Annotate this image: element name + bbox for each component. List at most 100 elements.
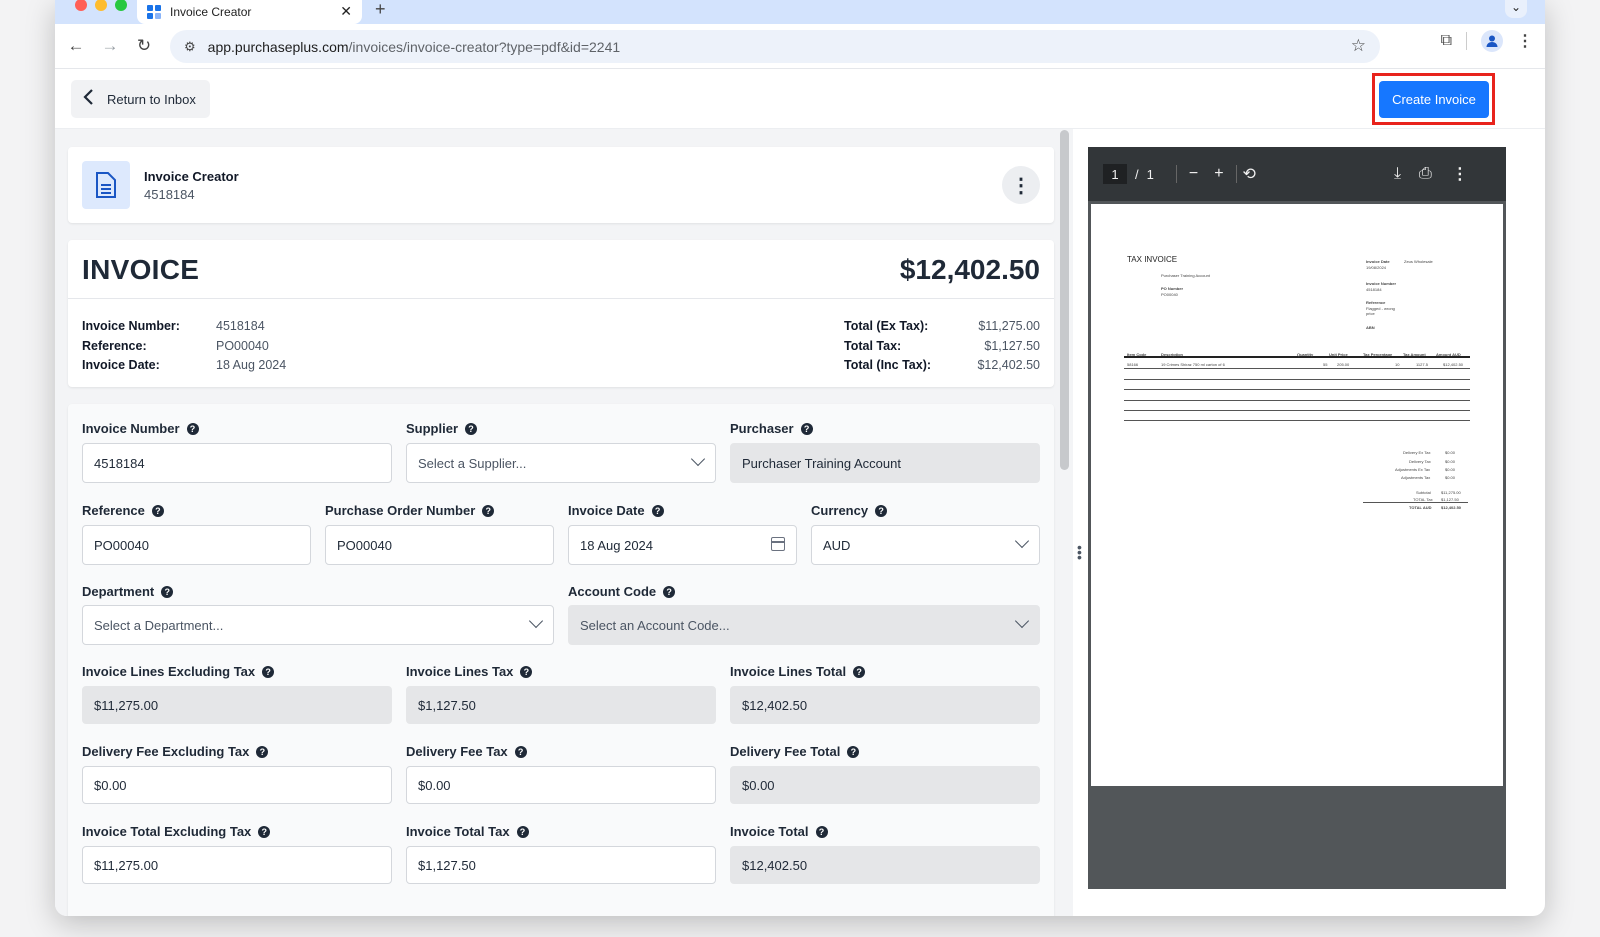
panel-resize-handle[interactable]: • • • xyxy=(1077,540,1082,564)
calendar-icon[interactable] xyxy=(771,537,785,551)
department-select[interactable]: Select a Department... xyxy=(82,605,554,645)
help-icon[interactable]: ? xyxy=(482,504,495,517)
browser-toolbar-right: ⧉ ⋮ xyxy=(1441,30,1545,52)
pdf-heading: TAX INVOICE xyxy=(1127,255,1178,264)
rotate-icon[interactable]: ⟲ xyxy=(1243,164,1256,184)
pdf-row-description: 19 Crimes Shiraz 750 ml carton of 6 xyxy=(1161,362,1225,367)
extensions-icon[interactable]: ⧉ xyxy=(1441,32,1452,50)
help-icon[interactable]: ? xyxy=(800,422,813,435)
meta-value: PO00040 xyxy=(216,338,269,353)
browser-menu-icon[interactable]: ⋮ xyxy=(1517,31,1533,51)
chevron-down-icon xyxy=(1014,613,1030,629)
invoice-summary-card: INVOICE $12,402.50 Invoice Number: Refer… xyxy=(68,240,1054,387)
invoice-number-input[interactable]: 4518184 xyxy=(82,443,392,483)
help-icon[interactable]: ? xyxy=(815,825,828,838)
zoom-in-icon[interactable]: + xyxy=(1214,165,1223,183)
currency-select[interactable]: AUD xyxy=(811,525,1040,565)
total-ex-tax-label: Invoice Total Excluding Tax? xyxy=(82,824,271,839)
help-icon[interactable]: ? xyxy=(256,745,269,758)
help-icon[interactable]: ? xyxy=(853,665,866,678)
toolbar-divider xyxy=(1466,32,1467,50)
purchaser-label: Purchaser? xyxy=(730,421,813,436)
new-tab-icon[interactable]: + xyxy=(375,0,386,18)
profile-avatar-icon[interactable] xyxy=(1481,30,1503,52)
reload-icon[interactable]: ↻ xyxy=(127,29,161,63)
supplier-select[interactable]: Select a Supplier... xyxy=(406,443,716,483)
meta-label: Invoice Number: xyxy=(82,319,180,333)
invoice-total-field: $12,402.50 xyxy=(730,846,1040,884)
help-icon[interactable]: ? xyxy=(847,745,860,758)
chevron-down-icon xyxy=(528,613,544,629)
help-icon[interactable]: ? xyxy=(161,585,174,598)
pdf-summary-value: $12,402.50 xyxy=(1441,505,1462,510)
help-icon[interactable]: ? xyxy=(663,585,676,598)
delivery-tax-input[interactable]: $0.00 xyxy=(406,766,716,804)
meta-value: $1,127.50 xyxy=(984,338,1040,353)
tab-search-icon[interactable]: ⌄ xyxy=(1505,0,1527,18)
page-total: 1 xyxy=(1146,166,1154,182)
chevron-left-icon xyxy=(83,88,95,110)
zoom-out-icon[interactable]: − xyxy=(1189,165,1198,183)
lines-total-label: Invoice Lines Total? xyxy=(730,664,866,679)
pdf-invoice-date-label: Invoice Date xyxy=(1366,259,1390,264)
meta-label: Total (Ex Tax): xyxy=(844,319,929,333)
print-icon[interactable]: ⎙ xyxy=(1419,165,1432,183)
po-number-label: Purchase Order Number? xyxy=(325,503,495,518)
create-invoice-button[interactable]: Create Invoice xyxy=(1379,81,1489,118)
total-tax-input[interactable]: $1,127.50 xyxy=(406,846,716,884)
help-icon[interactable]: ? xyxy=(465,422,478,435)
help-icon[interactable]: ? xyxy=(258,825,271,838)
minimize-window-button[interactable] xyxy=(95,0,107,11)
invoice-number-label: Invoice Number? xyxy=(82,421,199,436)
back-arrow-icon[interactable]: ← xyxy=(59,29,93,63)
tab-close-icon[interactable]: ✕ xyxy=(340,3,352,20)
delivery-ex-tax-input[interactable]: $0.00 xyxy=(82,766,392,804)
account-code-select[interactable]: Select an Account Code... xyxy=(568,605,1040,645)
lines-ex-tax-label: Invoice Lines Excluding Tax? xyxy=(82,664,275,679)
editor-scrollbar[interactable] xyxy=(1060,130,1069,470)
pdf-more-icon[interactable]: ⋮ xyxy=(1452,164,1468,184)
help-icon[interactable]: ? xyxy=(651,504,664,517)
help-icon[interactable]: ? xyxy=(520,665,533,678)
return-to-inbox-button[interactable]: Return to Inbox xyxy=(71,80,210,118)
pdf-col-tax-amount: Tax Amount xyxy=(1403,352,1426,357)
address-bar[interactable]: ⚙ app.purchaseplus.com/invoices/invoice-… xyxy=(170,30,1380,63)
maximize-window-button[interactable] xyxy=(115,0,127,11)
pdf-toolbar: 1 / 1 − + ⟲ ⤓ ⎙ ⋮ xyxy=(1088,147,1506,201)
pdf-abn-label: ABN xyxy=(1366,325,1375,330)
meta-label: Reference: xyxy=(82,338,147,353)
download-icon[interactable]: ⤓ xyxy=(1394,165,1401,183)
help-icon[interactable]: ? xyxy=(516,825,529,838)
pdf-summary-label: Delivery Ex Tax xyxy=(1403,450,1431,455)
invoice-editor-panel: Invoice Creator 4518184 ⋮ INVOICE $12,40… xyxy=(55,129,1073,916)
help-icon[interactable]: ? xyxy=(186,422,199,435)
po-number-input[interactable]: PO00040 xyxy=(325,525,554,565)
summary-meta-right-labels: Total (Ex Tax): Total Tax: Total (Inc Ta… xyxy=(844,317,931,376)
browser-window: Invoice Creator ✕ + ⌄ ← → ↻ ⚙ app.purcha… xyxy=(55,0,1545,916)
pdf-table-line xyxy=(1124,410,1470,411)
return-label: Return to Inbox xyxy=(107,91,196,107)
more-options-icon[interactable]: ⋮ xyxy=(1002,166,1040,204)
page-number-input[interactable]: 1 xyxy=(1103,164,1127,184)
pdf-invoice-date-value: 19/08/2024 xyxy=(1366,265,1387,270)
url-host: app.purchaseplus.com xyxy=(207,38,349,55)
total-ex-tax-input[interactable]: $11,275.00 xyxy=(82,846,392,884)
help-icon[interactable]: ? xyxy=(151,504,164,517)
pdf-row-unit-price: 205.00 xyxy=(1337,362,1350,367)
help-icon[interactable]: ? xyxy=(262,665,275,678)
reference-input[interactable]: PO00040 xyxy=(82,525,311,565)
help-icon[interactable]: ? xyxy=(514,745,527,758)
pdf-col-amount: Amount AUD xyxy=(1436,352,1461,357)
forward-arrow-icon[interactable]: → xyxy=(93,29,127,63)
invoice-total-amount: $12,402.50 xyxy=(899,254,1040,285)
bookmark-star-icon[interactable]: ☆ xyxy=(1351,36,1366,56)
pdf-row-tax-amount: 1127.5 xyxy=(1416,362,1428,367)
close-window-button[interactable] xyxy=(75,0,87,11)
site-settings-icon[interactable]: ⚙ xyxy=(184,39,196,55)
browser-tab[interactable]: Invoice Creator ✕ xyxy=(137,0,362,24)
help-icon[interactable]: ? xyxy=(875,504,888,517)
invoice-date-input[interactable]: 18 Aug 2024 xyxy=(568,525,797,565)
pdf-invoice-number-value: 4518184 xyxy=(1366,287,1382,292)
account-code-label: Account Code? xyxy=(568,584,676,599)
pdf-viewer: 1 / 1 − + ⟲ ⤓ ⎙ ⋮ TAX INVOICE Purchaser … xyxy=(1088,147,1506,889)
